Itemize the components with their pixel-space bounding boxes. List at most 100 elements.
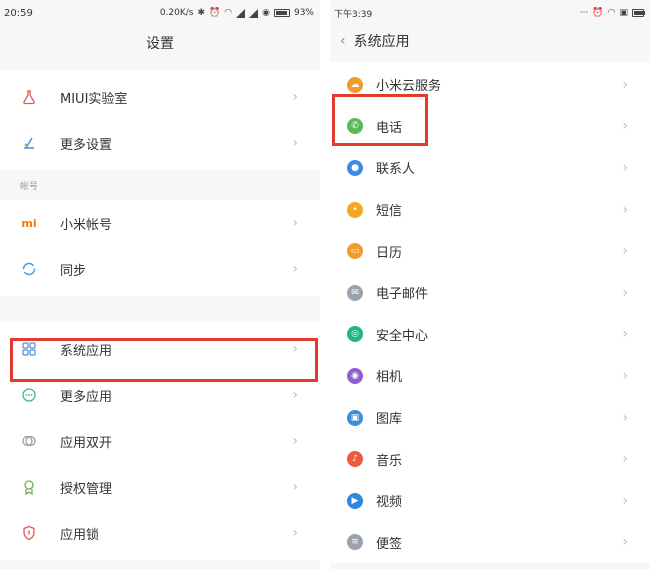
settings-item-label: 应用双开 [60,435,113,451]
chevron-right-icon: › [622,201,628,218]
app-item-label: 音乐 [376,453,403,469]
network-speed: 0.20K/s [159,8,194,18]
settings-group-account: mi 小米帐号 › 同步 › [0,200,320,296]
status-time: 20:59 [4,7,33,19]
chevron-right-icon: › [292,433,298,449]
contacts-icon: ● [346,159,364,177]
app-item-label: 短信 [376,204,403,220]
settings-item-label: 更多设置 [60,137,113,153]
settings-item-more-apps[interactable]: 更多应用 › [0,372,320,418]
system-apps-icon [20,340,38,358]
settings-item-label: 授权管理 [60,481,113,497]
settings-item-sync[interactable]: 同步 › [0,246,320,292]
chevron-right-icon: › [622,367,628,384]
app-item-security[interactable]: ◎ 安全中心 › [330,314,650,356]
alarm-icon: ⏰ [209,8,221,18]
chevron-right-icon: › [622,409,628,426]
settings-item-label: 应用锁 [60,527,100,543]
chevron-right-icon: › [292,89,298,105]
app-item-video[interactable]: ▶ 视频 › [330,480,650,522]
settings-item-mi-account[interactable]: mi 小米帐号 › [0,200,320,246]
chevron-right-icon: › [292,341,298,357]
app-item-label: 视频 [376,495,403,511]
settings-item-label: 同步 [60,263,87,279]
app-item-calendar[interactable]: ▭ 日历 › [330,230,650,272]
page-title: 设置 [146,36,174,52]
wifi-icon: ◠ [607,8,616,18]
chevron-right-icon: › [622,492,628,509]
settings-item-label: 小米帐号 [60,217,113,233]
chevron-right-icon: › [622,534,628,551]
system-apps-screen: 下午3:39 ··· ⏰ ◠ ▣ ‹ 系统应用 ☁ 小米云服务 › ✆ 电话 ›… [330,0,650,569]
settings-item-dual-apps[interactable]: 应用双开 › [0,418,320,464]
app-item-gallery[interactable]: ▣ 图库 › [330,397,650,439]
sim-icon: ▣ [619,8,628,18]
app-lock-icon [20,524,38,542]
music-icon: ♪ [346,450,364,468]
settings-item-label: 系统应用 [60,343,113,359]
permissions-icon [20,478,38,496]
app-item-email[interactable]: ✉ 电子邮件 › [330,272,650,314]
chevron-right-icon: › [292,261,298,277]
settings-group-apps: 系统应用 › 更多应用 › 应用双开 › 授权管理 › 应用锁 › [0,322,320,560]
app-item-label: 日历 [376,245,403,261]
section-label-account: 帐号 [0,170,320,200]
title-bar: ‹ 系统应用 [330,26,650,56]
battery-percent: 93% [293,8,314,18]
app-item-messages[interactable]: • 短信 › [330,189,650,231]
wifi-icon: ◠ [224,8,233,18]
app-item-music[interactable]: ♪ 音乐 › [330,438,650,480]
battery-icon [273,9,290,17]
chevron-right-icon: › [292,479,298,495]
app-item-notes[interactable]: ≡ 便签 › [330,522,650,564]
phone-icon: ✆ [346,117,364,135]
more-settings-icon [20,134,38,152]
settings-item-system-apps[interactable]: 系统应用 › [0,326,320,372]
chevron-right-icon: › [622,326,628,343]
chevron-right-icon: › [622,451,628,468]
chevron-right-icon: › [622,284,628,301]
app-item-mi-cloud[interactable]: ☁ 小米云服务 › [330,64,650,106]
more-apps-icon [20,386,38,404]
chevron-right-icon: › [622,243,628,260]
alarm-icon: ⏰ [592,8,604,18]
app-item-camera[interactable]: ◉ 相机 › [330,355,650,397]
video-icon: ▶ [346,492,364,510]
status-bar: 下午3:39 ··· ⏰ ◠ ▣ [330,0,650,26]
sync-icon [20,260,38,278]
settings-item-permissions[interactable]: 授权管理 › [0,464,320,510]
battery-icon [632,9,645,17]
app-item-label: 图库 [376,412,403,428]
back-arrow-icon[interactable]: ‹ [340,33,346,49]
settings-item-app-lock[interactable]: 应用锁 › [0,510,320,556]
more-icon: ··· [579,8,589,18]
calendar-icon: ▭ [346,242,364,260]
settings-group-misc: MIUI实验室 › 更多设置 › [0,70,320,170]
app-item-label: 相机 [376,370,403,386]
app-item-contacts[interactable]: ● 联系人 › [330,147,650,189]
app-item-label: 安全中心 [376,328,429,344]
signal-icon-2 [249,8,259,18]
chevron-right-icon: › [622,118,628,135]
app-item-label: 电子邮件 [376,287,429,303]
status-time: 下午3:39 [334,9,373,20]
settings-item-more-settings[interactable]: 更多设置 › [0,120,320,166]
cloud-icon: ☁ [346,76,364,94]
settings-item-miui-lab[interactable]: MIUI实验室 › [0,74,320,120]
status-bar: 20:59 0.20K/s ✱ ⏰ ◠ ◉ 93% [0,0,320,26]
settings-item-label: 更多应用 [60,389,113,405]
bluetooth-icon: ✱ [197,8,206,18]
chevron-right-icon: › [292,525,298,541]
app-item-label: 便签 [376,536,403,552]
chevron-right-icon: › [622,76,628,93]
app-item-label: 电话 [376,120,403,136]
app-item-phone[interactable]: ✆ 电话 › [330,106,650,148]
messages-icon: • [346,201,364,219]
app-item-label: 小米云服务 [376,79,442,95]
settings-item-label: MIUI实验室 [60,91,128,107]
chevron-right-icon: › [292,387,298,403]
email-icon: ✉ [346,284,364,302]
chevron-right-icon: › [292,215,298,231]
system-apps-list: ☁ 小米云服务 › ✆ 电话 › ● 联系人 › • 短信 › ▭ 日历 › ✉… [330,62,650,564]
data-saver-icon: ◉ [262,8,270,18]
